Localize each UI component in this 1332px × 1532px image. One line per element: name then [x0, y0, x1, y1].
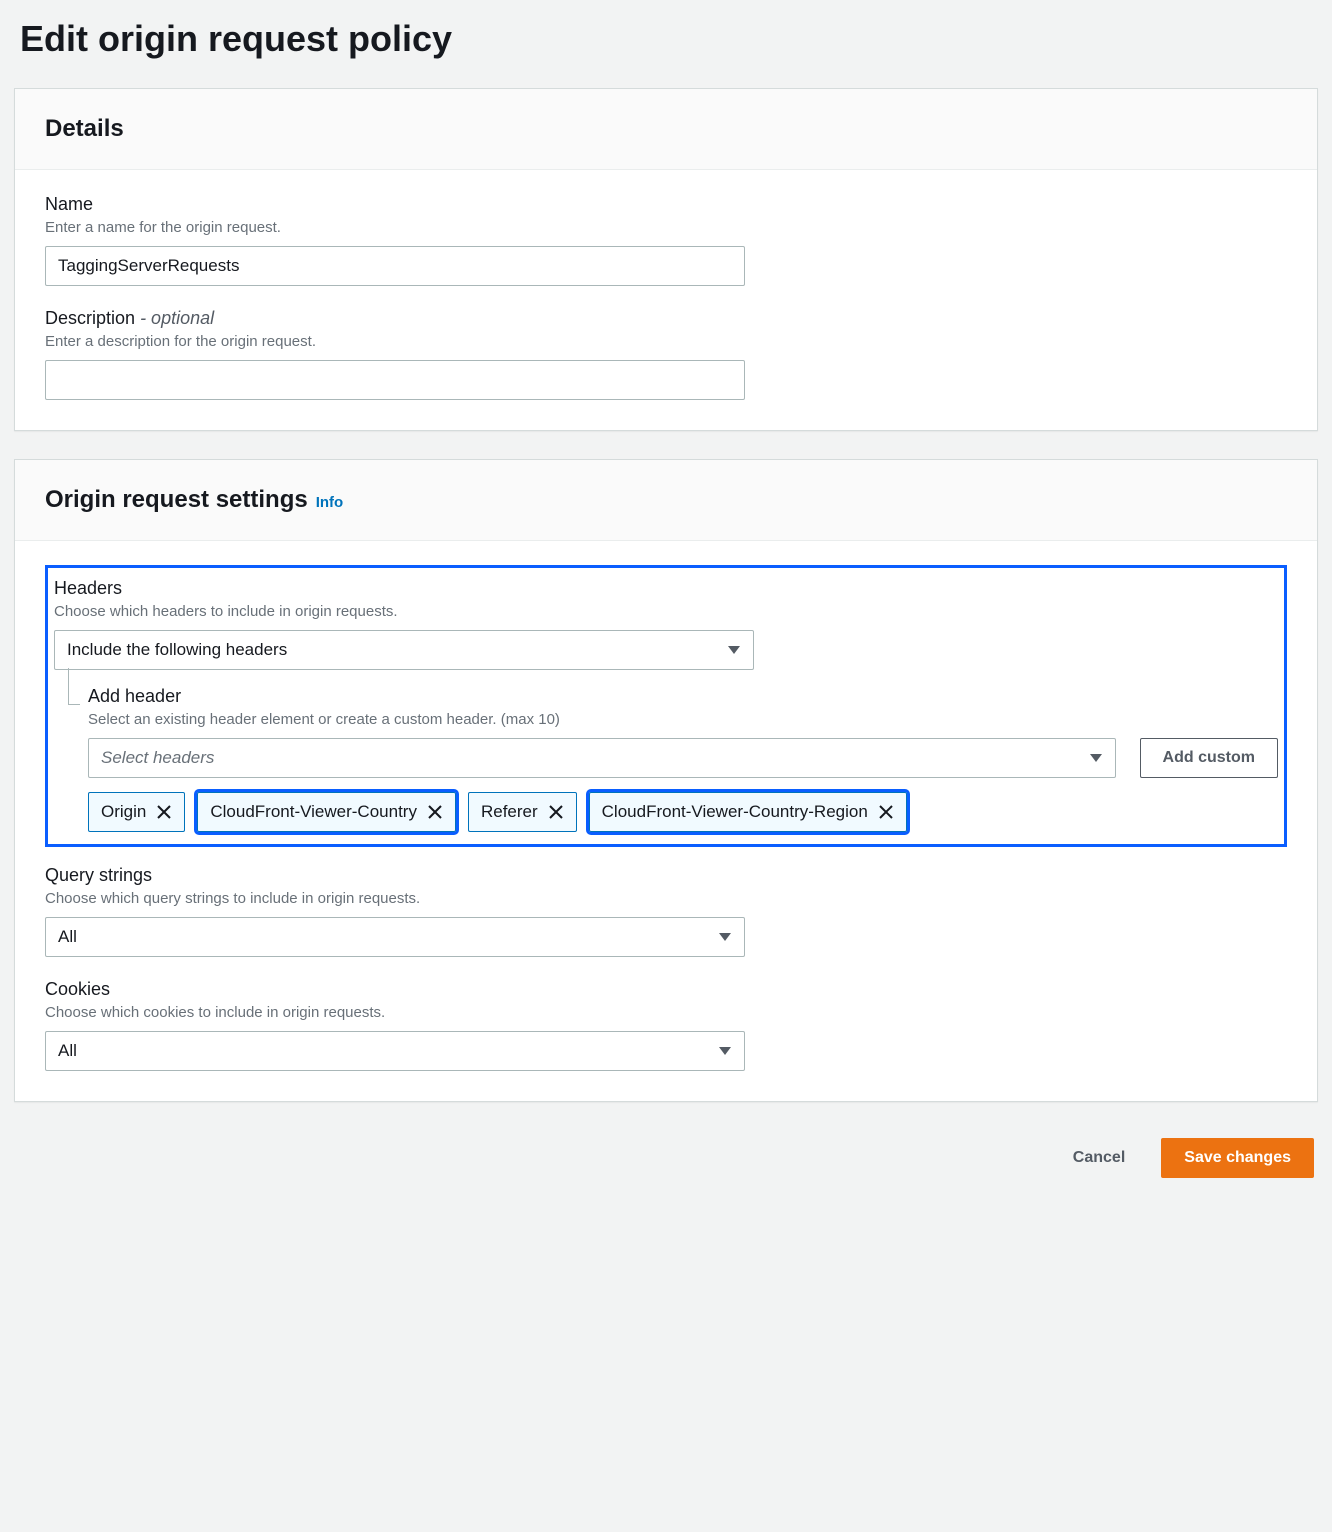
details-header: Details [15, 89, 1317, 170]
chip-label: CloudFront-Viewer-Country-Region [602, 802, 868, 822]
query-strings-label: Query strings [45, 865, 1287, 886]
headers-field: Headers Choose which headers to include … [54, 578, 1278, 832]
caret-down-icon [718, 1046, 732, 1056]
description-label-text: Description [45, 308, 135, 328]
description-label: Description - optional [45, 308, 1287, 329]
add-header-hint: Select an existing header element or cre… [88, 711, 1278, 728]
chip-label: CloudFront-Viewer-Country [210, 802, 417, 822]
description-optional: - optional [140, 308, 214, 328]
cookies-label: Cookies [45, 979, 1287, 1000]
query-strings-field: Query strings Choose which query strings… [45, 865, 1287, 957]
settings-heading: Origin request settings [45, 486, 308, 514]
name-hint: Enter a name for the origin request. [45, 219, 1287, 236]
cookies-select[interactable]: All [45, 1031, 745, 1071]
caret-down-icon [727, 645, 741, 655]
save-button[interactable]: Save changes [1161, 1138, 1314, 1178]
name-field: Name Enter a name for the origin request… [45, 194, 1287, 286]
page-title: Edit origin request policy [14, 0, 1318, 88]
cookies-value: All [58, 1041, 77, 1061]
close-icon[interactable] [878, 804, 894, 820]
headers-select-value: Include the following headers [67, 640, 287, 660]
header-chips: Origin CloudFront-Viewer-Country [88, 792, 1278, 832]
close-icon[interactable] [548, 804, 564, 820]
query-strings-hint: Choose which query strings to include in… [45, 890, 1287, 907]
header-chip[interactable]: Origin [88, 792, 185, 832]
chip-label: Referer [481, 802, 538, 822]
headers-label: Headers [54, 578, 1278, 599]
headers-hint: Choose which headers to include in origi… [54, 603, 1278, 620]
name-input[interactable] [45, 246, 745, 286]
query-strings-select[interactable]: All [45, 917, 745, 957]
chip-label: Origin [101, 802, 146, 822]
query-strings-value: All [58, 927, 77, 947]
headers-highlight-box: Headers Choose which headers to include … [45, 565, 1287, 847]
header-chip[interactable]: CloudFront-Viewer-Country [197, 792, 456, 832]
caret-down-icon [1089, 753, 1103, 763]
caret-down-icon [718, 932, 732, 942]
settings-panel: Origin request settings Info Headers Cho… [14, 459, 1318, 1102]
details-panel: Details Name Enter a name for the origin… [14, 88, 1318, 431]
name-label: Name [45, 194, 1287, 215]
description-hint: Enter a description for the origin reque… [45, 333, 1287, 350]
close-icon[interactable] [427, 804, 443, 820]
header-chip[interactable]: CloudFront-Viewer-Country-Region [589, 792, 907, 832]
add-custom-button[interactable]: Add custom [1140, 738, 1278, 778]
info-link[interactable]: Info [316, 494, 344, 511]
description-input[interactable] [45, 360, 745, 400]
cancel-button[interactable]: Cancel [1051, 1138, 1147, 1178]
headers-select[interactable]: Include the following headers [54, 630, 754, 670]
select-headers-dropdown[interactable]: Select headers [88, 738, 1116, 778]
details-heading: Details [45, 115, 124, 143]
close-icon[interactable] [156, 804, 172, 820]
description-field: Description - optional Enter a descripti… [45, 308, 1287, 400]
header-chip[interactable]: Referer [468, 792, 577, 832]
settings-header: Origin request settings Info [15, 460, 1317, 541]
select-headers-placeholder: Select headers [101, 748, 214, 768]
form-actions: Cancel Save changes [14, 1130, 1318, 1178]
cookies-hint: Choose which cookies to include in origi… [45, 1004, 1287, 1021]
add-header-label: Add header [88, 686, 1278, 707]
add-header-subsection: Add header Select an existing header ele… [68, 686, 1278, 832]
cookies-field: Cookies Choose which cookies to include … [45, 979, 1287, 1071]
